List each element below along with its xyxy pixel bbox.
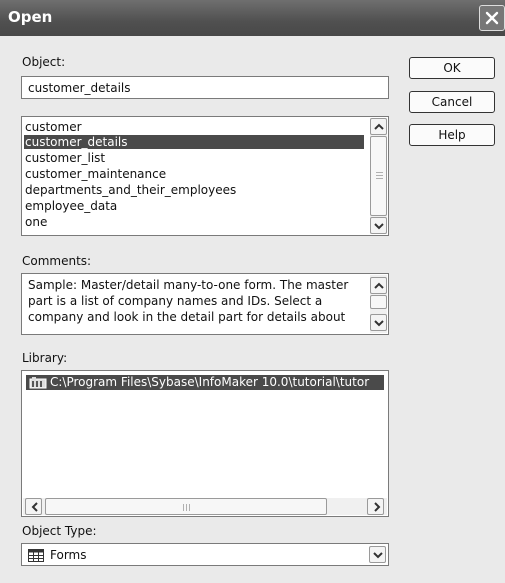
comments-scrollbar[interactable] <box>370 275 387 333</box>
scroll-up-button[interactable] <box>370 277 387 294</box>
list-item[interactable]: customer_maintenance <box>24 167 166 181</box>
close-icon <box>485 11 499 25</box>
scroll-right-button[interactable] <box>367 498 384 515</box>
library-path: C:\Program Files\Sybase\InfoMaker 10.0\t… <box>50 375 370 389</box>
comments-text: Sample: Master/detail many-to-one form. … <box>28 278 349 324</box>
object-type-value: Forms <box>50 548 87 562</box>
title-bar: Open <box>0 0 505 36</box>
chevron-up-icon <box>374 282 384 289</box>
chevron-right-icon <box>374 502 381 512</box>
object-list-scrollbar[interactable] <box>370 118 387 234</box>
library-icon <box>29 377 47 389</box>
scroll-down-button[interactable] <box>370 314 387 331</box>
list-item[interactable]: one <box>24 215 47 229</box>
cancel-button[interactable]: Cancel <box>409 91 495 113</box>
chevron-down-icon <box>374 223 384 230</box>
chevron-left-icon <box>31 502 38 512</box>
list-item[interactable]: employee_data <box>24 199 117 213</box>
comments-box[interactable]: Sample: Master/detail many-to-one form. … <box>21 273 389 335</box>
scroll-left-button[interactable] <box>25 498 42 515</box>
object-label: Object: <box>22 55 66 69</box>
chevron-up-icon <box>374 123 384 130</box>
object-type-label: Object Type: <box>22 524 97 538</box>
library-label: Library: <box>22 351 68 365</box>
help-button[interactable]: Help <box>409 124 495 146</box>
library-item-selected[interactable]: C:\Program Files\Sybase\InfoMaker 10.0\t… <box>26 375 384 390</box>
comments-label: Comments: <box>22 254 92 268</box>
object-type-select[interactable]: Forms <box>21 543 389 566</box>
object-list[interactable]: customer customer_details customer_list … <box>21 116 389 236</box>
list-item[interactable]: customer_list <box>24 151 105 165</box>
library-hscrollbar[interactable] <box>23 498 387 515</box>
chevron-down-icon <box>374 320 384 327</box>
list-item-selected[interactable]: customer_details <box>24 135 364 149</box>
object-name-value: customer_details <box>28 81 131 95</box>
scroll-up-button[interactable] <box>370 118 387 135</box>
scroll-thumb[interactable] <box>370 295 387 309</box>
dropdown-button[interactable] <box>369 546 386 563</box>
close-button[interactable] <box>479 5 505 31</box>
scroll-thumb[interactable] <box>370 136 387 216</box>
library-list[interactable]: C:\Program Files\Sybase\InfoMaker 10.0\t… <box>21 370 389 517</box>
list-item[interactable]: customer <box>24 120 82 134</box>
ok-button[interactable]: OK <box>409 57 495 79</box>
chevron-down-icon <box>373 552 383 559</box>
list-item[interactable]: departments_and_their_employees <box>24 183 236 197</box>
object-name-input[interactable]: customer_details <box>21 76 389 99</box>
window-title: Open <box>8 8 53 26</box>
scroll-down-button[interactable] <box>370 217 387 234</box>
forms-icon <box>28 549 44 562</box>
scroll-thumb[interactable] <box>45 498 327 515</box>
